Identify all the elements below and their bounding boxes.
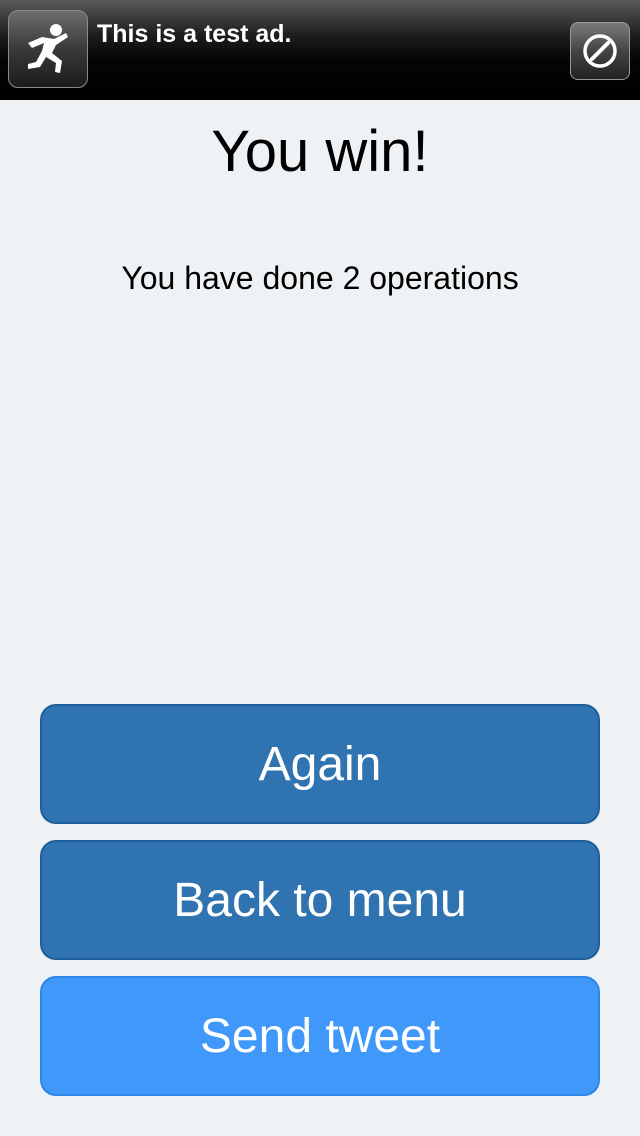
- ad-text[interactable]: This is a test ad.: [97, 20, 292, 49]
- back-to-menu-button[interactable]: Back to menu: [40, 840, 600, 960]
- again-button[interactable]: Again: [40, 704, 600, 824]
- result-title: You win!: [211, 119, 429, 184]
- operations-summary: You have done 2 operations: [121, 260, 519, 296]
- compass-icon[interactable]: [570, 22, 630, 80]
- send-tweet-button[interactable]: Send tweet: [40, 976, 600, 1096]
- ad-banner[interactable]: This is a test ad.: [0, 0, 640, 100]
- game-result-screen: This is a test ad. You win! You have don…: [0, 0, 640, 1136]
- running-figure-icon[interactable]: [8, 10, 88, 88]
